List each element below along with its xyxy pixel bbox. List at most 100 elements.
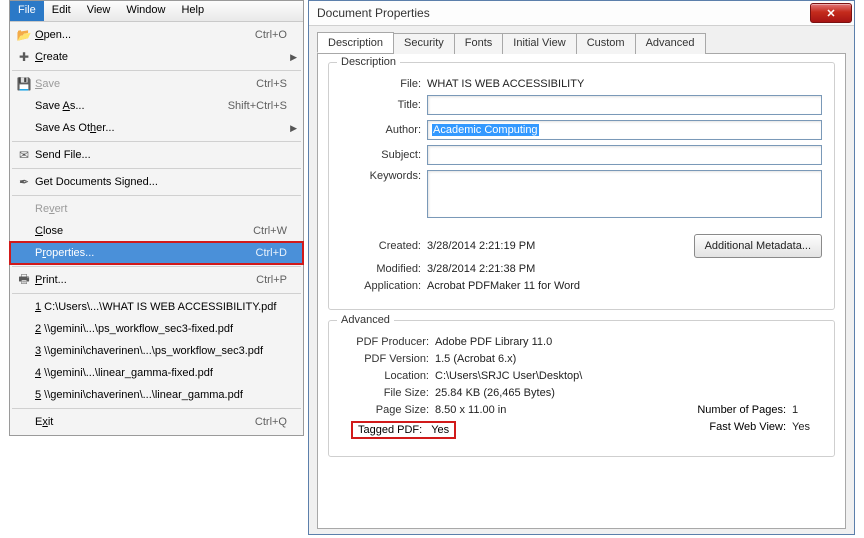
menubar: File Edit View Window Help xyxy=(10,1,303,22)
tab-security[interactable]: Security xyxy=(393,33,455,54)
menu-get-signed-label: Get Documents Signed... xyxy=(33,176,277,188)
fastweb-value: Yes xyxy=(792,421,822,439)
menu-separator xyxy=(12,266,301,267)
keywords-input[interactable] xyxy=(427,170,822,218)
menu-create[interactable]: ✚ Create ▶ xyxy=(10,46,303,68)
advanced-group-title: Advanced xyxy=(337,314,394,326)
menu-exit-label: Exit xyxy=(33,416,245,428)
close-icon: ✕ xyxy=(826,7,835,20)
menu-separator xyxy=(12,293,301,294)
menu-properties-label: Properties... xyxy=(33,247,246,259)
menubar-view[interactable]: View xyxy=(79,1,119,21)
menu-properties[interactable]: Properties... Ctrl+D xyxy=(10,242,303,264)
location-label: Location: xyxy=(341,370,435,382)
version-label: PDF Version: xyxy=(341,353,435,365)
tab-custom[interactable]: Custom xyxy=(576,33,636,54)
recent-file-label: 2 \\gemini\...\ps_workflow_sec3-fixed.pd… xyxy=(33,323,287,335)
open-icon: 📂 xyxy=(15,28,33,42)
recent-file-label: 3 \\gemini\chaverinen\...\ps_workflow_se… xyxy=(33,345,287,357)
tagged-value: Yes xyxy=(431,424,449,436)
menu-separator xyxy=(12,141,301,142)
menu-open[interactable]: 📂 Open... Ctrl+O xyxy=(10,24,303,46)
menu-save-as-label: Save As... xyxy=(33,100,218,112)
menu-recent-3[interactable]: 3 \\gemini\chaverinen\...\ps_workflow_se… xyxy=(10,340,303,362)
menu-revert-label: Revert xyxy=(33,203,277,215)
subject-input[interactable] xyxy=(427,145,822,165)
author-label: Author: xyxy=(341,124,427,136)
menu-get-signed[interactable]: ✒ Get Documents Signed... xyxy=(10,171,303,193)
menu-save-label: Save xyxy=(33,78,246,90)
pagesize-label: Page Size: xyxy=(341,404,435,416)
author-value: Academic Computing xyxy=(432,124,539,136)
menubar-edit[interactable]: Edit xyxy=(44,1,79,21)
numpages-value: 1 xyxy=(792,404,822,416)
menu-save-as-shortcut: Shift+Ctrl+S xyxy=(218,100,287,112)
application-value: Acrobat PDFMaker 11 for Word xyxy=(427,280,822,292)
additional-metadata-button[interactable]: Additional Metadata... xyxy=(694,234,822,258)
description-group-title: Description xyxy=(337,56,400,68)
modified-label: Modified: xyxy=(341,263,427,275)
menu-recent-4[interactable]: 4 \\gemini\...\linear_gamma-fixed.pdf xyxy=(10,362,303,384)
pagesize-value: 8.50 x 11.00 in xyxy=(435,404,656,416)
tab-initial-view[interactable]: Initial View xyxy=(502,33,576,54)
tagged-label: Tagged PDF: xyxy=(358,424,422,436)
advanced-group: Advanced PDF Producer: Adobe PDF Library… xyxy=(328,320,835,457)
menu-separator xyxy=(12,195,301,196)
menu-recent-5[interactable]: 5 \\gemini\chaverinen\...\linear_gamma.p… xyxy=(10,384,303,406)
menu-save: 💾 Save Ctrl+S xyxy=(10,73,303,95)
menu-save-as-other-label: Save As Other... xyxy=(33,122,277,134)
created-label: Created: xyxy=(341,240,427,252)
producer-label: PDF Producer: xyxy=(341,336,435,348)
menu-save-as[interactable]: Save As... Shift+Ctrl+S xyxy=(10,95,303,117)
modified-value: 3/28/2014 2:21:38 PM xyxy=(427,263,822,275)
menu-recent-2[interactable]: 2 \\gemini\...\ps_workflow_sec3-fixed.pd… xyxy=(10,318,303,340)
application-label: Application: xyxy=(341,280,427,292)
tagged-pdf-highlight: Tagged PDF: Yes xyxy=(351,421,456,439)
sign-icon: ✒ xyxy=(15,175,33,189)
tab-fonts[interactable]: Fonts xyxy=(454,33,504,54)
menu-recent-1[interactable]: 1 C:\Users\...\WHAT IS WEB ACCESSIBILITY… xyxy=(10,296,303,318)
menu-save-as-other[interactable]: Save As Other... ▶ xyxy=(10,117,303,139)
menu-print[interactable]: 🖶 Print... Ctrl+P xyxy=(10,269,303,291)
menu-print-label: Print... xyxy=(33,274,246,286)
menubar-file[interactable]: File xyxy=(10,1,44,21)
save-icon: 💾 xyxy=(15,77,33,91)
menu-send-file[interactable]: ✉ Send File... xyxy=(10,144,303,166)
menu-close-shortcut: Ctrl+W xyxy=(243,225,287,237)
recent-file-label: 4 \\gemini\...\linear_gamma-fixed.pdf xyxy=(33,367,287,379)
menu-open-label: Open... xyxy=(33,29,245,41)
menu-open-shortcut: Ctrl+O xyxy=(245,29,287,41)
tab-advanced[interactable]: Advanced xyxy=(635,33,706,54)
version-value: 1.5 (Acrobat 6.x) xyxy=(435,353,516,365)
dialog-titlebar: Document Properties ✕ xyxy=(309,1,854,26)
filesize-label: File Size: xyxy=(341,387,435,399)
create-icon: ✚ xyxy=(15,50,33,64)
description-group: Description File: WHAT IS WEB ACCESSIBIL… xyxy=(328,62,835,310)
dialog-title: Document Properties xyxy=(317,6,810,20)
mail-icon: ✉ xyxy=(15,148,33,162)
fastweb-label: Fast Web View: xyxy=(656,421,792,439)
menubar-window[interactable]: Window xyxy=(118,1,173,21)
menu-close[interactable]: Close Ctrl+W xyxy=(10,220,303,242)
file-label: File: xyxy=(341,78,427,90)
keywords-label: Keywords: xyxy=(341,170,427,182)
menu-save-shortcut: Ctrl+S xyxy=(246,78,287,90)
submenu-arrow-icon: ▶ xyxy=(287,52,297,63)
menu-separator xyxy=(12,168,301,169)
menu-properties-shortcut: Ctrl+D xyxy=(246,247,287,259)
numpages-label: Number of Pages: xyxy=(656,404,792,416)
close-button[interactable]: ✕ xyxy=(810,3,852,23)
menu-print-shortcut: Ctrl+P xyxy=(246,274,287,286)
submenu-arrow-icon: ▶ xyxy=(287,123,297,134)
file-menu-window: File Edit View Window Help 📂 Open... Ctr… xyxy=(9,0,304,436)
menu-exit[interactable]: Exit Ctrl+Q xyxy=(10,411,303,433)
title-input[interactable] xyxy=(427,95,822,115)
location-value: C:\Users\SRJC User\Desktop\ xyxy=(435,370,582,382)
menubar-help[interactable]: Help xyxy=(173,1,212,21)
print-icon: 🖶 xyxy=(15,270,33,291)
tab-description[interactable]: Description xyxy=(317,32,394,53)
author-input[interactable]: Academic Computing xyxy=(427,120,822,140)
tab-panel-description: Description File: WHAT IS WEB ACCESSIBIL… xyxy=(317,54,846,529)
menu-separator xyxy=(12,70,301,71)
menu-revert: Revert xyxy=(10,198,303,220)
